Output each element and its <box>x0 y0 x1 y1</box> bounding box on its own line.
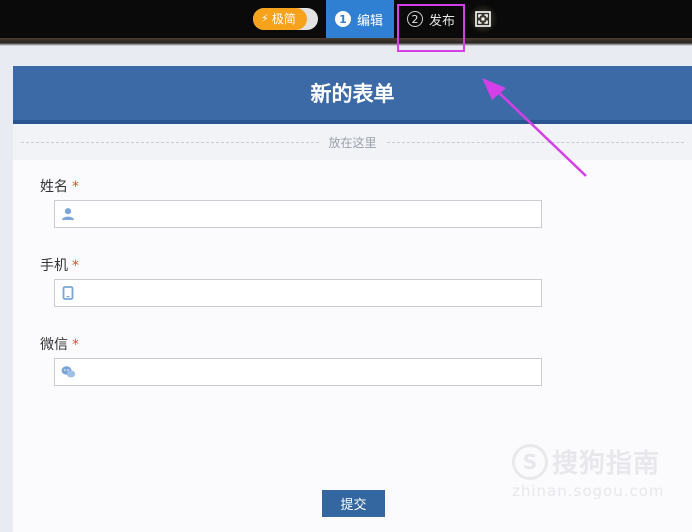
toolbar-shadow <box>0 38 692 46</box>
mode-toggle-pill: ⚡ 极简 <box>253 8 307 30</box>
highlight-box <box>397 4 465 52</box>
submit-button[interactable]: 提交 <box>322 490 385 517</box>
step-edit-number: 1 <box>335 11 351 27</box>
fullscreen-icon <box>475 11 491 27</box>
watermark: S 搜狗指南 zhinan.sogou.com <box>512 443 690 509</box>
phone-label-text: 手机 <box>40 258 68 274</box>
wechat-field-label: 微信 * <box>40 334 79 354</box>
phone-field-label: 手机 * <box>40 255 79 275</box>
wechat-input[interactable] <box>82 360 541 384</box>
name-field-label: 姓名 * <box>40 176 79 196</box>
watermark-name: 搜狗指南 <box>552 449 661 479</box>
drop-zone-line-left <box>21 141 319 143</box>
wechat-label-text: 微信 <box>40 337 68 353</box>
mode-toggle[interactable]: ⚡ 极简 <box>253 8 318 30</box>
mode-toggle-label: 极简 <box>271 12 296 26</box>
watermark-logo-row: S 搜狗指南 <box>512 443 690 480</box>
top-toolbar: ⚡ 极简 1 编辑 2 发布 <box>0 0 692 38</box>
annotation-arrow <box>482 78 587 177</box>
user-icon <box>62 208 74 220</box>
step-edit[interactable]: 1 编辑 <box>326 0 394 38</box>
step-edit-label: 编辑 <box>357 13 384 29</box>
lightning-icon: ⚡ <box>261 12 269 25</box>
name-required-mark: * <box>72 179 79 195</box>
fullscreen-button[interactable] <box>468 4 498 34</box>
name-label-text: 姓名 <box>40 179 68 195</box>
wechat-field[interactable] <box>54 358 542 386</box>
name-input[interactable] <box>81 202 541 226</box>
wechat-required-mark: * <box>72 337 79 353</box>
phone-input[interactable] <box>81 281 541 305</box>
phone-field[interactable] <box>54 279 542 307</box>
phone-icon <box>62 286 74 300</box>
sogou-logo-icon: S <box>512 443 548 480</box>
phone-required-mark: * <box>72 258 79 274</box>
watermark-url: zhinan.sogou.com <box>512 482 665 500</box>
name-field[interactable] <box>54 200 542 228</box>
wechat-icon <box>61 366 76 378</box>
drop-zone-label: 放在这里 <box>328 135 377 150</box>
